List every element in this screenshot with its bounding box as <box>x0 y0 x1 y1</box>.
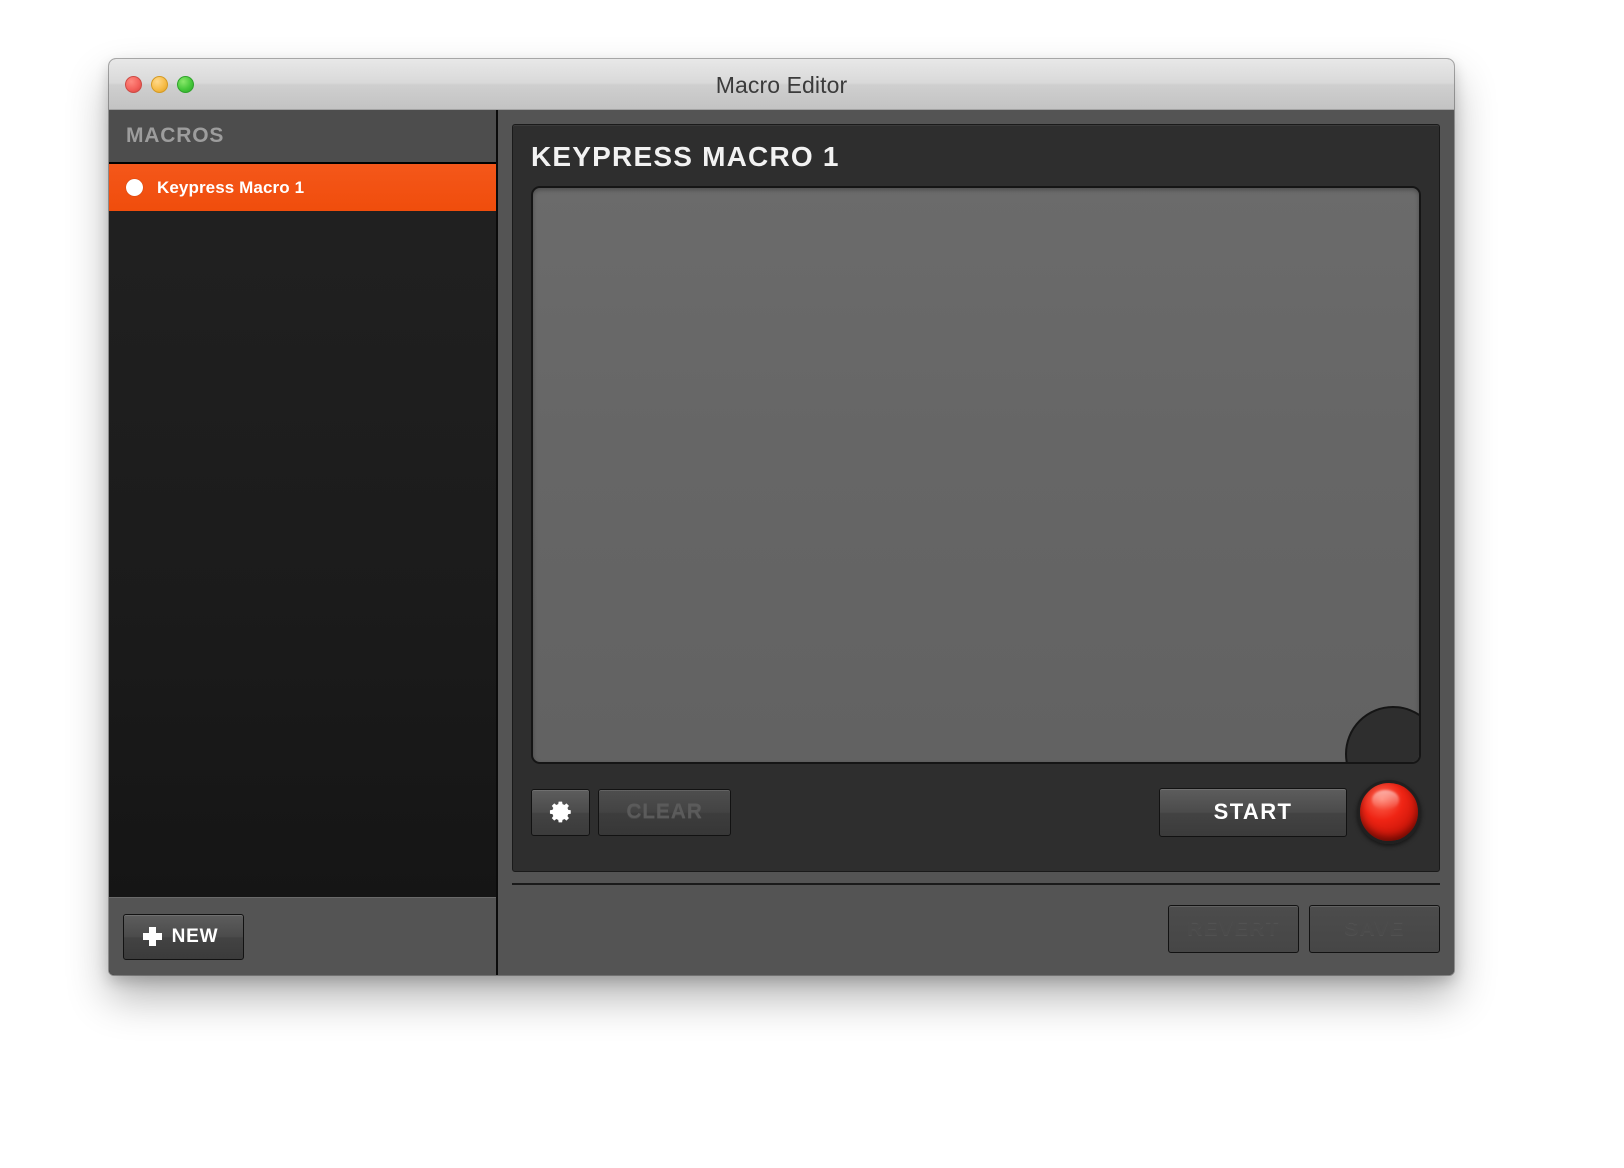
settings-button[interactable] <box>531 788 590 836</box>
record-button-notch <box>1345 706 1419 762</box>
new-macro-button-label: NEW <box>171 925 219 947</box>
sidebar: MACROS Keypress Macro 1 NEW <box>109 110 498 975</box>
page-title: KEYPRESS MACRO 1 <box>531 141 840 172</box>
start-button[interactable]: START <box>1159 787 1347 837</box>
screen: Macro Editor MACROS Keypress Macro 1 NEW… <box>0 0 1624 1168</box>
sidebar-header-label: MACROS <box>126 124 225 147</box>
revert-button-label: REVERT <box>1187 916 1280 940</box>
macro-toolbar: CLEAR START <box>531 764 1421 860</box>
macro-steps-area[interactable] <box>531 186 1421 764</box>
revert-button[interactable]: REVERT <box>1168 904 1299 953</box>
list-item-keypress-macro-1[interactable]: Keypress Macro 1 <box>109 164 496 211</box>
plus-icon <box>142 927 162 946</box>
title-bar: Macro Editor <box>109 59 1454 110</box>
window-title: Macro Editor <box>715 72 848 98</box>
list-item-label: Keypress Macro 1 <box>157 177 305 197</box>
save-button[interactable]: SAVE <box>1309 904 1440 953</box>
window-body: MACROS Keypress Macro 1 NEW KEYPRESS MAC… <box>109 110 1454 975</box>
toolbar-left-group: CLEAR <box>531 788 731 836</box>
macro-panel: KEYPRESS MACRO 1 CLEAR START <box>512 124 1440 872</box>
save-button-label: SAVE <box>1344 916 1405 940</box>
main-area: KEYPRESS MACRO 1 CLEAR START REVERT SAVE <box>498 110 1454 975</box>
record-circle-icon[interactable] <box>1357 780 1421 844</box>
gear-icon <box>549 801 571 823</box>
macro-editor-window: Macro Editor MACROS Keypress Macro 1 NEW… <box>109 59 1454 975</box>
circle-dot-icon <box>126 179 143 196</box>
sidebar-footer: NEW <box>109 897 496 975</box>
toolbar-right-group: START <box>1159 780 1421 844</box>
clear-button[interactable]: CLEAR <box>598 788 731 836</box>
clear-button-label: CLEAR <box>626 800 703 823</box>
sidebar-header: MACROS <box>109 110 496 164</box>
panel-footer: REVERT SAVE <box>512 883 1440 972</box>
new-macro-button[interactable]: NEW <box>123 913 244 960</box>
macro-list: Keypress Macro 1 <box>109 164 496 897</box>
start-button-label: START <box>1213 799 1293 824</box>
